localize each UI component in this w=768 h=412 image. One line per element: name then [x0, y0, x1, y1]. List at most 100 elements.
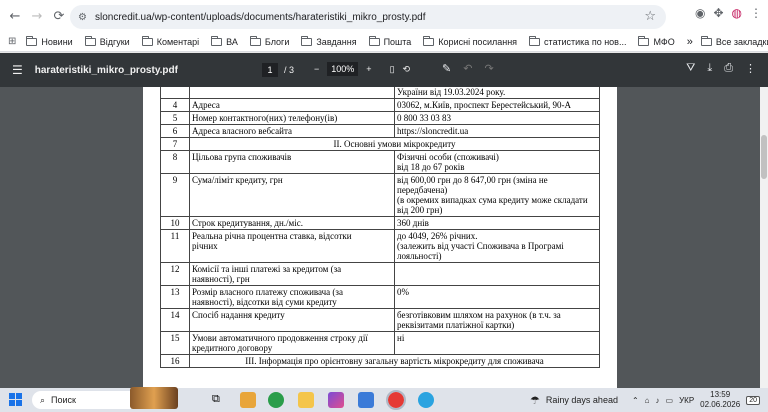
table-row: 11 Реальна річна процентна ставка, відсот…	[160, 229, 600, 263]
row-value: до 4049, 26% річних. (залежить від участ…	[394, 229, 600, 263]
row-value: 0%	[394, 285, 600, 309]
opera-icon[interactable]	[386, 390, 406, 410]
back-button[interactable]: ←	[4, 5, 26, 27]
search-icon: ⌕	[40, 394, 46, 405]
row-number: 12	[160, 262, 190, 286]
taskbar-search[interactable]: ⌕ Поиск	[32, 387, 178, 409]
url-text: sloncredit.ua/wp-content/uploads/documen…	[94, 11, 426, 23]
time-text: 13:59	[710, 390, 731, 399]
zoom-controls: − 100% + ▯ ⟲	[314, 62, 410, 76]
row-number: 6	[160, 124, 190, 138]
tray-chevron-icon[interactable]: ⌃	[632, 396, 639, 405]
undo-icon[interactable]: ↶	[463, 62, 472, 75]
drive-save-icon[interactable]: ⛛	[686, 62, 695, 75]
row-label: Комісії та інші платежі за кредитом (за …	[189, 262, 395, 286]
folder-icon	[423, 35, 435, 46]
zoom-out-button[interactable]: −	[314, 64, 319, 74]
redo-icon[interactable]: ↷	[484, 62, 493, 75]
bookmarks-overflow-button[interactable]: »	[687, 36, 693, 48]
site-info-icon[interactable]: ⚙	[78, 12, 87, 23]
folder-icon	[26, 35, 38, 46]
sidebar-menu-icon[interactable]: ☰	[12, 63, 23, 77]
bookmark-folder[interactable]: Блоги	[249, 35, 289, 47]
copilot-icon[interactable]	[328, 392, 344, 408]
folder-icon	[301, 35, 313, 46]
folder-icon	[368, 35, 380, 46]
row-number: 14	[160, 308, 190, 332]
row-value: 360 днів	[394, 216, 600, 230]
row-number	[160, 87, 190, 99]
battery-icon[interactable]: ▭	[666, 396, 674, 405]
download-icon[interactable]: ⤓	[707, 62, 712, 75]
chrome-icon[interactable]	[268, 392, 284, 408]
row-number: 5	[160, 111, 190, 125]
annotate-pen-icon[interactable]: ✎	[442, 62, 451, 75]
row-label: Умови автоматичного продовження строку д…	[189, 331, 395, 355]
menu-kebab-icon[interactable]: ⋮	[750, 6, 762, 20]
bookmark-folder[interactable]: Коментарі	[141, 35, 199, 47]
zoom-in-button[interactable]: +	[366, 64, 371, 74]
profile-avatar-icon[interactable]: ◍	[732, 6, 742, 20]
reload-button[interactable]: ⟳	[48, 5, 70, 27]
weather-icon[interactable]: ☂	[530, 394, 540, 407]
bookmark-folder[interactable]: Пошта	[368, 35, 411, 47]
more-options-icon[interactable]: ⋮	[745, 62, 756, 75]
all-bookmarks-button[interactable]: Все закладки	[700, 35, 768, 47]
folder-icon	[141, 35, 153, 46]
language-indicator[interactable]: УКР	[679, 396, 694, 405]
notification-badge[interactable]: 20	[746, 395, 760, 405]
bookmark-folder[interactable]: Корисні посилання	[423, 35, 517, 47]
weather-text[interactable]: Rainy days ahead	[546, 395, 618, 405]
folder-icon	[84, 35, 96, 46]
bookmark-star-icon[interactable]: ☆	[644, 9, 656, 24]
rotate-icon[interactable]: ⟲	[403, 64, 411, 75]
address-bar[interactable]: ⚙ sloncredit.ua/wp-content/uploads/docum…	[70, 5, 666, 29]
apps-grid-icon[interactable]: ⊞	[8, 36, 16, 47]
folder-icon	[638, 35, 650, 46]
row-value: у кредит, переоформлено Національним бан…	[394, 87, 600, 99]
pdf-title: harateristiki_mikro_prosty.pdf	[34, 64, 178, 76]
row-label	[189, 87, 395, 99]
table-row: 12 Комісії та інші платежі за кредитом (з…	[160, 262, 600, 286]
telegram-icon[interactable]	[418, 392, 434, 408]
volume-icon[interactable]: ♪	[656, 396, 660, 405]
section-header: II. Основні умови мікрокредиту	[189, 137, 600, 151]
table-row: 10 Строк кредитування, дн./міс. 360 днів	[160, 216, 600, 230]
row-label: Розмір власного платежу споживача (за на…	[189, 285, 395, 309]
row-number: 16	[160, 354, 190, 368]
bookmark-folder[interactable]: Завдання	[301, 35, 357, 47]
characteristics-table: у кредит, переоформлено Національним бан…	[160, 87, 600, 368]
camera-icon[interactable]: ◉	[695, 6, 705, 20]
bookmark-folder[interactable]: МФО	[638, 35, 675, 47]
fit-page-icon[interactable]: ▯	[390, 64, 395, 75]
folder-app-icon[interactable]	[298, 392, 314, 408]
bookmark-folder[interactable]: статистика по нов...	[529, 35, 626, 47]
windows-start-icon[interactable]	[9, 393, 22, 406]
network-icon[interactable]: ⌂	[645, 396, 650, 405]
row-label: Реальна річна процентна ставка, відсотки…	[189, 229, 395, 263]
page-number-input[interactable]: 1	[262, 63, 278, 77]
forward-button[interactable]: →	[26, 5, 48, 27]
scrollbar[interactable]	[760, 87, 768, 388]
table-row: 16 III. Інформація про орієнтовну загальн…	[160, 354, 600, 368]
row-label: Сума/ліміт кредиту, грн	[189, 173, 395, 217]
row-value: ні	[394, 331, 600, 355]
date-text: 02.06.2026	[700, 400, 741, 409]
scrollbar-thumb[interactable]	[761, 135, 767, 179]
extensions-icon[interactable]: ✥	[713, 6, 723, 20]
file-explorer-icon[interactable]	[240, 392, 256, 408]
bookmark-folder[interactable]: Відгуки	[84, 35, 130, 47]
store-icon[interactable]	[358, 392, 374, 408]
clock[interactable]: 13:59 02.06.2026	[700, 390, 740, 410]
row-value: безготівковим шляхом на рахунок (в т.ч. …	[394, 308, 600, 332]
bookmark-folder[interactable]: ВА	[211, 35, 238, 47]
zoom-level[interactable]: 100%	[327, 62, 359, 76]
section-header: III. Інформація про орієнтовну загальну …	[189, 354, 600, 368]
print-icon[interactable]: ⎙	[724, 62, 733, 75]
task-view-icon[interactable]: ⧉	[212, 393, 220, 406]
pdf-viewer[interactable]: у кредит, переоформлено Національним бан…	[0, 87, 760, 388]
search-label: Поиск	[51, 395, 76, 405]
search-highlight-image	[130, 387, 178, 409]
row-value: https://sloncredit.ua	[394, 124, 600, 138]
bookmark-folder[interactable]: Новини	[26, 35, 73, 47]
